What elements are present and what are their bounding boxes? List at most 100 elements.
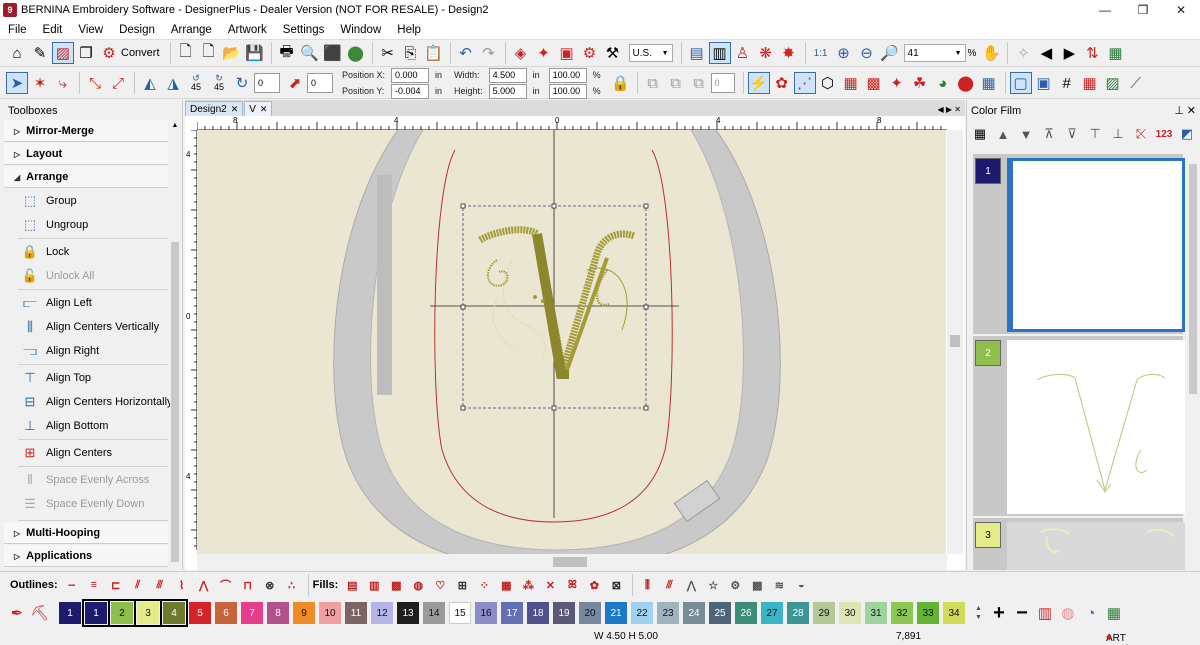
- trapunto-icon[interactable]: ▩: [747, 577, 767, 593]
- lock-command[interactable]: 🔒 Lock: [0, 240, 182, 264]
- close-icon[interactable]: ✕: [1187, 100, 1196, 122]
- color-film-item-1[interactable]: 1: [973, 154, 1185, 334]
- zigzag-outline-icon[interactable]: ⌇: [172, 577, 192, 593]
- color-swatch[interactable]: 2: [108, 599, 136, 627]
- color-swatch[interactable]: 31: [865, 602, 887, 624]
- convert-label[interactable]: Convert: [121, 47, 160, 59]
- cross-fill-icon[interactable]: ⊞: [452, 577, 472, 593]
- menu-help[interactable]: Help: [389, 24, 429, 36]
- blackwork-icon[interactable]: ☘: [909, 72, 931, 94]
- contour-fill-icon[interactable]: ♡: [430, 577, 450, 593]
- tatami-fill-icon[interactable]: ▤: [342, 577, 362, 593]
- rotate-angle-icon[interactable]: ↻: [231, 72, 253, 94]
- move-to-bottom-icon[interactable]: ⊥: [1107, 123, 1129, 145]
- candlewicking-icon[interactable]: ∴: [282, 577, 302, 593]
- show-hoop-icon[interactable]: ▥: [708, 42, 731, 64]
- color-swatch[interactable]: 11: [345, 602, 367, 624]
- scroll-thumb[interactable]: [1189, 164, 1197, 394]
- mirror-vertical-icon[interactable]: ◭: [139, 72, 161, 94]
- show-needle-points-icon[interactable]: ✸: [778, 42, 800, 64]
- color-swatch[interactable]: 1: [82, 599, 110, 627]
- write-to-card-icon[interactable]: ⬛: [322, 42, 344, 64]
- previous-icon[interactable]: ◀: [1035, 42, 1057, 64]
- print-icon[interactable]: 🖶: [276, 42, 298, 64]
- undo-icon[interactable]: ↶: [455, 42, 477, 64]
- cross-outline-icon[interactable]: ⊗: [260, 577, 280, 593]
- resize-icon[interactable]: ⤢: [107, 72, 129, 94]
- sketch-icon[interactable]: ⋀: [681, 577, 701, 593]
- single-outline-icon[interactable]: ╌: [62, 577, 82, 593]
- color-swatch[interactable]: 26: [735, 602, 757, 624]
- design-grid-icon[interactable]: ▦: [1079, 72, 1101, 94]
- object-properties-icon[interactable]: ⚙: [579, 42, 601, 64]
- minimize-button[interactable]: —: [1086, 0, 1124, 20]
- color-swatch[interactable]: 6: [215, 602, 237, 624]
- color-swatch[interactable]: 18: [527, 602, 549, 624]
- color-film-item-3[interactable]: 3: [973, 518, 1185, 570]
- backstitch-icon[interactable]: ⊓: [238, 577, 258, 593]
- e-stitch-icon[interactable]: ⋀: [194, 577, 214, 593]
- show-hoop-frame-icon[interactable]: ▢: [1009, 72, 1032, 94]
- auto-digitize-icon[interactable]: ◈: [510, 42, 532, 64]
- toolboxes-scrollbar[interactable]: ▲: [170, 122, 180, 562]
- satin-fill-icon[interactable]: ▥: [364, 577, 384, 593]
- ripple-fill-icon[interactable]: ≋: [769, 577, 789, 593]
- raised-satin-icon[interactable]: ⫻: [150, 577, 170, 593]
- color-swatch[interactable]: 34: [943, 602, 965, 624]
- options-icon[interactable]: ⚒: [602, 42, 624, 64]
- show-stitches-icon[interactable]: ❋: [755, 42, 777, 64]
- grid-icon[interactable]: #: [1056, 72, 1078, 94]
- height-percent-field[interactable]: 100.00: [548, 83, 587, 99]
- color-swatch[interactable]: 15: [449, 602, 471, 624]
- running-stitch-icon[interactable]: ⋰: [793, 72, 816, 94]
- canvas-horizontal-scrollbar[interactable]: [197, 554, 947, 570]
- maximize-button[interactable]: ❐: [1124, 0, 1162, 20]
- radial-fill-icon[interactable]: ⫼: [637, 577, 657, 593]
- section-arrange[interactable]: ◢ Arrange: [4, 166, 168, 188]
- tab-v[interactable]: V ✕: [244, 101, 273, 116]
- color-swatch[interactable]: 17: [501, 602, 523, 624]
- fur-fill-icon[interactable]: ◒: [791, 577, 811, 593]
- section-multi-hooping[interactable]: ▷ Multi-Hooping: [4, 522, 168, 544]
- color-swatch[interactable]: 23: [657, 602, 679, 624]
- next-icon[interactable]: ▶: [1058, 42, 1080, 64]
- stitch-player-icon[interactable]: ▣: [556, 42, 578, 64]
- zoom-1-1-icon[interactable]: 1:1: [810, 42, 832, 64]
- align-centers-vertically-command[interactable]: ⫼ Align Centers Vertically: [0, 315, 182, 339]
- color-film-item-2[interactable]: 2: [973, 336, 1185, 516]
- align-centers-command[interactable]: ⊞ Align Centers: [0, 441, 182, 465]
- rotate-angle-field[interactable]: 0: [254, 73, 280, 93]
- color-swatch[interactable]: 20: [579, 602, 601, 624]
- paste-icon[interactable]: 📋: [423, 42, 445, 64]
- open-icon[interactable]: 📂: [221, 42, 243, 64]
- grid-fill-icon[interactable]: ▦: [496, 577, 516, 593]
- sequence-numbers-icon[interactable]: 123: [1153, 123, 1175, 145]
- blanket-stitch-icon[interactable]: ⊏: [106, 577, 126, 593]
- wave-fill-icon[interactable]: ◍: [408, 577, 428, 593]
- canvas-vertical-scrollbar[interactable]: [947, 130, 963, 554]
- menu-design[interactable]: Design: [111, 24, 163, 36]
- move-to-start-icon[interactable]: ⊼: [1038, 123, 1060, 145]
- color-swatch[interactable]: 9: [293, 602, 315, 624]
- color-wheel-icon[interactable]: ◍: [1057, 602, 1079, 624]
- section-mirror-merge[interactable]: ▷ Mirror-Merge: [4, 120, 168, 142]
- outline-shape-icon[interactable]: ⬡: [817, 72, 839, 94]
- zoom-dropdown[interactable]: 41 ▼: [903, 44, 966, 62]
- remove-color-icon[interactable]: −: [1011, 602, 1033, 624]
- show-functions-icon[interactable]: ⚡: [747, 72, 770, 94]
- move-to-top-icon[interactable]: ⊤: [1084, 123, 1106, 145]
- color-swatch[interactable]: 33: [917, 602, 939, 624]
- export-machine-icon[interactable]: ⬤: [345, 42, 367, 64]
- palette-icon[interactable]: ▦: [1103, 602, 1125, 624]
- pan-hand-icon[interactable]: ✋: [980, 42, 1002, 64]
- position-y-field[interactable]: -0.004: [391, 83, 430, 99]
- triangle-fill-icon[interactable]: ⁂: [518, 577, 538, 593]
- x-fill-icon[interactable]: ✕: [540, 577, 560, 593]
- triple-outline-icon[interactable]: ≡: [84, 577, 104, 593]
- new-icon[interactable]: 🗋: [175, 42, 197, 64]
- satin-outline-icon[interactable]: ⫽: [128, 577, 148, 593]
- appliqué-icon[interactable]: ⬤: [955, 72, 977, 94]
- color-swatch[interactable]: 8: [267, 602, 289, 624]
- lettering-icon[interactable]: ◕: [932, 72, 954, 94]
- artwork-canvas-icon[interactable]: ✎: [29, 42, 51, 64]
